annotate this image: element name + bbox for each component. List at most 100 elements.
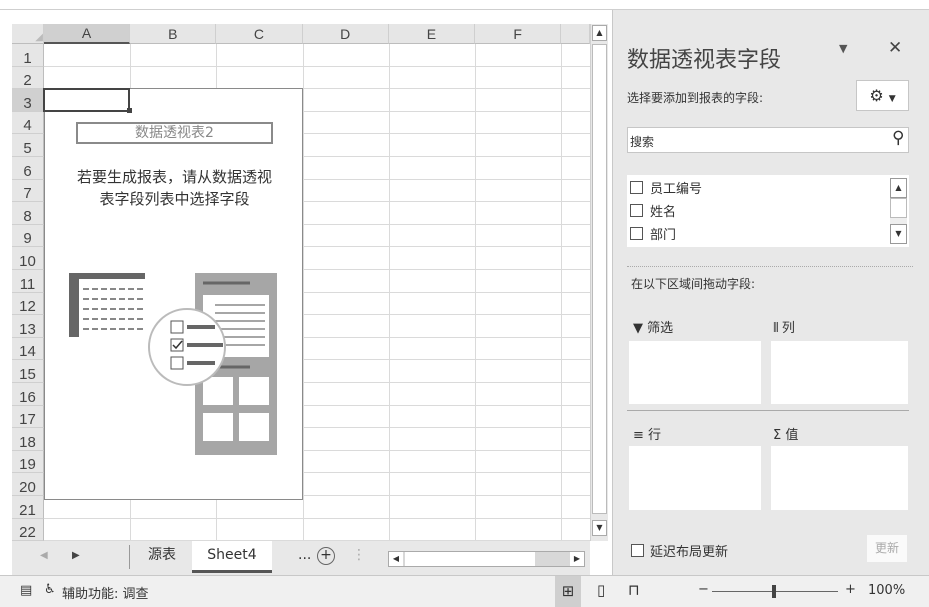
columns-drop-zone[interactable]	[771, 341, 908, 404]
row-header-7[interactable]: 7	[12, 179, 44, 203]
row-header-19[interactable]: 19	[12, 450, 44, 474]
field-item[interactable]: 姓名	[630, 201, 676, 220]
field-item[interactable]: 员工编号	[630, 178, 702, 197]
search-icon[interactable]: ⚲	[892, 128, 904, 148]
defer-layout-checkbox[interactable]: 延迟布局更新	[631, 541, 728, 560]
row-header-11[interactable]: 11	[12, 270, 44, 293]
select-all-corner[interactable]: ◢	[12, 24, 44, 44]
row-header-2[interactable]: 2	[12, 66, 44, 90]
accessibility-icon[interactable]: ♿	[44, 582, 56, 597]
tab-源表[interactable]: 源表	[134, 541, 190, 571]
scroll-down-button[interactable]: ▼	[592, 520, 607, 536]
fill-handle[interactable]	[127, 107, 133, 113]
scroll-right-button[interactable]: ▶	[570, 552, 584, 566]
scroll-up-button[interactable]: ▲	[890, 178, 907, 198]
row-header-8[interactable]: 8	[12, 202, 44, 225]
tab-label: Sheet4	[207, 547, 257, 563]
zoom-slider-thumb[interactable]	[772, 585, 776, 598]
field-label: 姓名	[650, 205, 677, 220]
zoom-out-button[interactable]: −	[698, 582, 709, 597]
row-header-20[interactable]: 20	[12, 473, 44, 496]
rows-area-label: 行	[648, 428, 662, 443]
horizontal-scrollbar[interactable]: ◀ ▶	[388, 551, 585, 567]
row-header-9[interactable]: 9	[12, 224, 44, 248]
row-header-5[interactable]: 5	[12, 134, 44, 157]
columns-icon: ⦀	[773, 321, 779, 336]
column-header-D[interactable]: D	[302, 24, 389, 44]
accessibility-status[interactable]: 辅助功能: 调查	[62, 583, 149, 602]
field-checkbox[interactable]	[630, 181, 643, 194]
row-header-13[interactable]: 13	[12, 315, 44, 338]
page-layout-view-button[interactable]: ▯	[597, 581, 605, 599]
scroll-down-button[interactable]: ▼	[890, 224, 907, 244]
column-header-partial	[561, 24, 590, 44]
rows-drop-zone[interactable]	[629, 446, 761, 510]
column-header-B[interactable]: B	[130, 24, 217, 44]
more-tabs-button[interactable]: ...	[298, 547, 311, 563]
rows-icon: ≡	[633, 428, 644, 443]
pane-options-dropdown-icon[interactable]: ▼	[839, 42, 847, 55]
columns-area-header: ⦀ 列	[773, 317, 795, 336]
tools-gear-button[interactable]: ⚙ ▼	[856, 80, 909, 111]
search-input[interactable]: 搜索 ⚲	[627, 127, 909, 153]
field-item[interactable]: 部门	[630, 224, 676, 243]
row-header-4[interactable]: 4	[12, 111, 44, 135]
field-checkbox[interactable]	[630, 204, 643, 217]
divider	[627, 410, 909, 411]
column-header-F[interactable]: F	[475, 24, 562, 44]
normal-view-button[interactable]: ⊞	[555, 576, 581, 607]
row-header-6[interactable]: 6	[12, 157, 44, 180]
defer-label: 延迟布局更新	[650, 545, 729, 560]
gridline-col	[561, 44, 563, 542]
row-header-16[interactable]: 16	[12, 383, 44, 406]
zoom-level[interactable]: 100%	[868, 583, 905, 598]
tab-scroll-right-icon[interactable]: ▶	[72, 550, 80, 561]
choose-fields-label: 选择要添加到报表的字段:	[627, 91, 764, 105]
field-label: 部门	[650, 228, 677, 243]
values-drop-zone[interactable]	[771, 446, 908, 510]
search-placeholder: 搜索	[630, 135, 655, 149]
close-icon[interactable]: ✕	[888, 38, 902, 58]
zoom-slider[interactable]	[712, 585, 838, 598]
field-checkbox[interactable]	[630, 227, 643, 240]
pivot-name: 数据透视表2	[76, 122, 273, 144]
row-header-18[interactable]: 18	[12, 428, 44, 451]
scroll-up-button[interactable]: ▲	[592, 25, 607, 41]
column-header-C[interactable]: C	[216, 24, 303, 44]
selected-cell-A3[interactable]	[43, 88, 131, 112]
field-label: 员工编号	[650, 182, 703, 197]
scroll-thumb-h[interactable]	[405, 552, 535, 566]
pivot-placeholder[interactable]: 数据透视表2 若要生成报表，请从数据透视 表字段列表中选择字段	[44, 88, 303, 500]
scroll-thumb[interactable]	[890, 198, 907, 218]
tab-sheet4[interactable]: Sheet4	[192, 541, 272, 573]
column-header-A[interactable]: A	[44, 24, 131, 44]
checkbox[interactable]	[631, 544, 644, 557]
row-header-1[interactable]: 1	[12, 44, 44, 67]
page-break-view-button[interactable]: ⊓	[628, 581, 640, 599]
filter-area-label: 筛选	[647, 321, 674, 336]
row-header-3[interactable]: 3	[12, 89, 44, 112]
scroll-left-button[interactable]: ◀	[389, 552, 403, 566]
tab-scroll-left-icon[interactable]: ◀	[40, 550, 48, 561]
column-header-E[interactable]: E	[388, 24, 475, 44]
add-sheet-button[interactable]: +	[317, 547, 335, 565]
row-header-22[interactable]: 22	[12, 518, 44, 542]
zoom-in-button[interactable]: +	[845, 582, 856, 597]
scroll-thumb[interactable]	[592, 44, 607, 514]
row-header-17[interactable]: 17	[12, 405, 44, 429]
vertical-scrollbar[interactable]: ▲ ▼	[590, 24, 608, 541]
splitter-handle[interactable]: ⋮	[352, 547, 366, 563]
row-header-10[interactable]: 10	[12, 247, 44, 270]
row-header-15[interactable]: 15	[12, 360, 44, 383]
values-area-label: 值	[785, 428, 799, 443]
status-bar: ▤ ♿ 辅助功能: 调查 ⊞ ▯ ⊓ − + 100%	[0, 575, 929, 607]
update-button[interactable]: 更新	[867, 535, 907, 562]
filter-drop-zone[interactable]	[629, 341, 761, 404]
field-list-scrollbar[interactable]: ▲ ▼	[890, 178, 907, 244]
title-strip	[0, 0, 929, 10]
row-header-12[interactable]: 12	[12, 292, 44, 316]
field-list: 员工编号姓名部门 ▲ ▼	[627, 175, 909, 247]
pivot-hint-line1: 若要生成报表，请从数据透视	[76, 168, 272, 186]
row-header-14[interactable]: 14	[12, 337, 44, 361]
row-header-21[interactable]: 21	[12, 496, 44, 519]
